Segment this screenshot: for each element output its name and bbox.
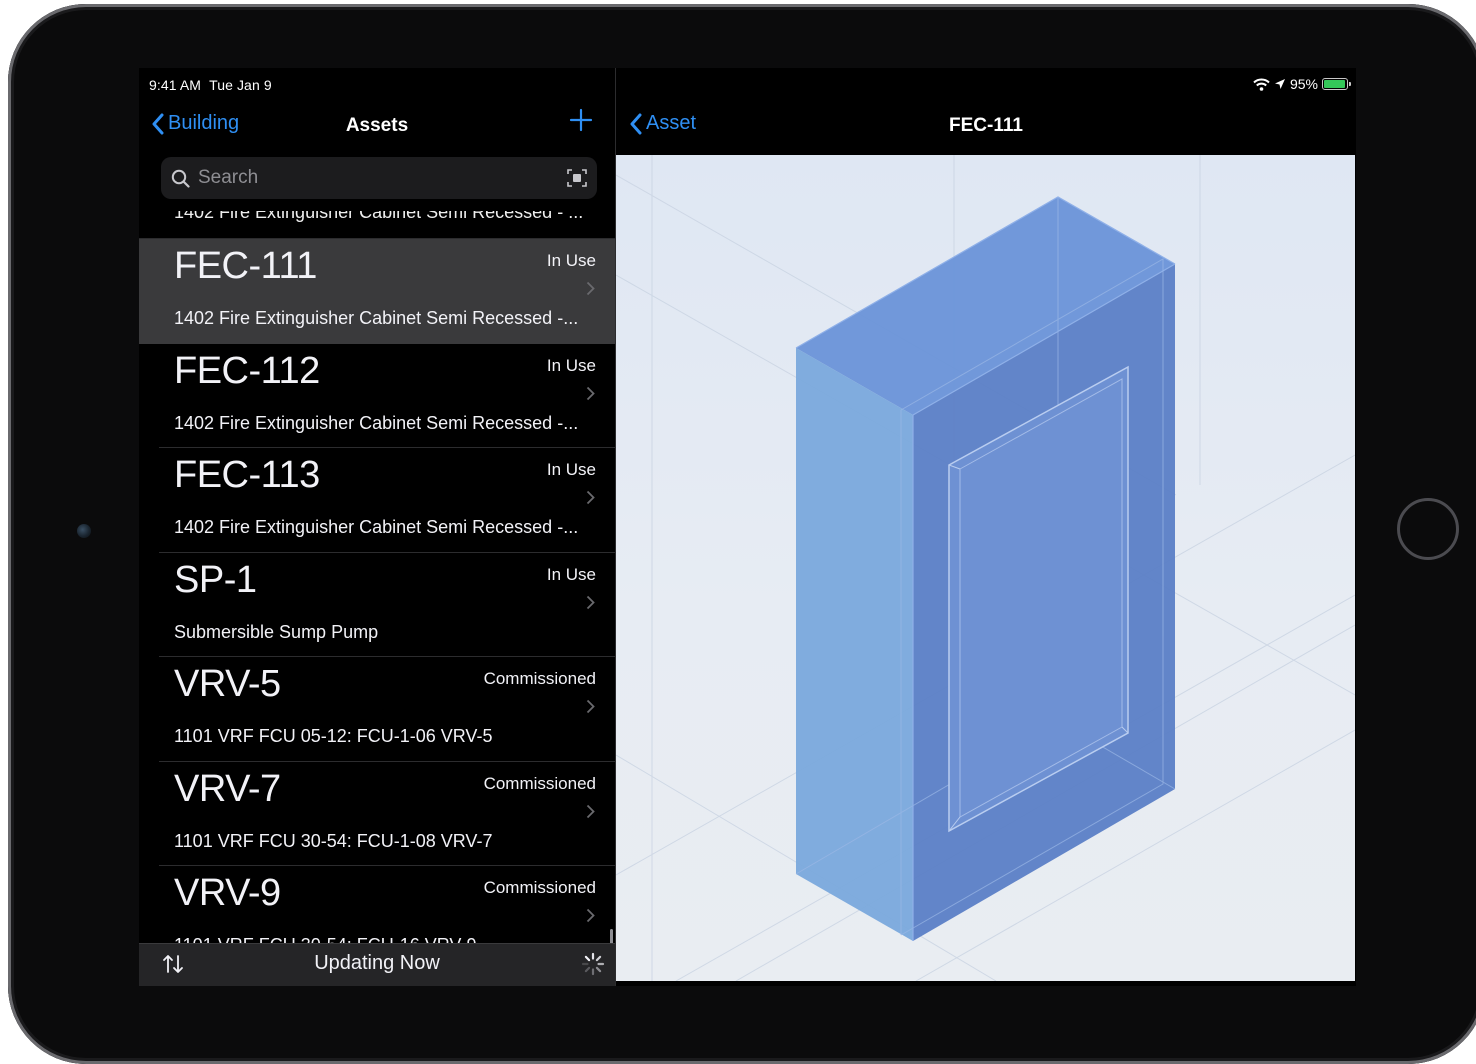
asset-code: FEC-113 bbox=[174, 454, 320, 496]
asset-description: 1101 VRF FCU 05-12: FCU-1-06 VRV-5 bbox=[174, 726, 493, 746]
model-side-face bbox=[796, 348, 913, 941]
asset-code: FEC-112 bbox=[174, 349, 320, 392]
asset-list[interactable]: 1402 Fire Extinguisher Cabinet Semi Rece… bbox=[139, 211, 615, 943]
screen: 9:41 AM Tue Jan 9 Building Assets 1402 F… bbox=[139, 68, 1356, 986]
master-panel: 9:41 AM Tue Jan 9 Building Assets 1402 F… bbox=[139, 68, 615, 986]
3d-model-viewer[interactable] bbox=[616, 155, 1355, 981]
asset-description: 1402 Fire Extinguisher Cabinet Semi Rece… bbox=[174, 412, 579, 433]
search-bar[interactable] bbox=[161, 157, 597, 199]
battery-icon bbox=[1322, 78, 1351, 90]
location-arrow-icon bbox=[1274, 79, 1285, 89]
detail-title: FEC-111 bbox=[949, 115, 1023, 136]
asset-status: Commissioned bbox=[483, 878, 596, 897]
battery-percentage: 95% bbox=[1289, 76, 1318, 92]
chevron-right-icon bbox=[586, 906, 595, 929]
chevron-right-icon bbox=[586, 593, 595, 616]
scan-icon[interactable] bbox=[567, 168, 587, 188]
asset-status: In Use bbox=[546, 564, 596, 584]
asset-status: In Use bbox=[546, 460, 596, 479]
asset-description: 1101 VRF FCU 30-54: FCU-16 VRV-9 bbox=[174, 935, 476, 943]
home-button[interactable] bbox=[1397, 498, 1459, 560]
asset-description: 1101 VRF FCU 30-54: FCU-1-08 VRV-7 bbox=[174, 830, 493, 851]
chevron-right-icon bbox=[586, 697, 595, 720]
list-item[interactable]: FEC-111 In Use 1402 Fire Extinguisher Ca… bbox=[139, 239, 615, 344]
list-item[interactable]: VRV-7 Commissioned 1101 VRF FCU 30-54: F… bbox=[139, 762, 615, 866]
chevron-right-icon bbox=[586, 384, 595, 407]
page-title: Assets bbox=[345, 115, 409, 136]
list-item[interactable]: SP-1 In Use Submersible Sump Pump bbox=[139, 553, 615, 657]
asset-code: FEC-111 bbox=[174, 245, 317, 287]
chevron-right-icon bbox=[586, 279, 595, 302]
asset-status: Commissioned bbox=[483, 773, 596, 793]
asset-code: VRV-7 bbox=[174, 767, 281, 810]
list-item[interactable]: FEC-113 In Use 1402 Fire Extinguisher Ca… bbox=[139, 448, 615, 553]
search-icon bbox=[171, 169, 190, 188]
asset-description: 1402 Fire Extinguisher Cabinet Semi Rece… bbox=[174, 517, 579, 537]
add-asset-button[interactable] bbox=[569, 108, 593, 138]
status-indicators: 95% bbox=[1253, 76, 1351, 92]
list-item[interactable]: VRV-9 Commissioned 1101 VRF FCU 30-54: F… bbox=[139, 866, 615, 943]
front-camera bbox=[77, 524, 91, 538]
asset-status: In Use bbox=[546, 251, 596, 270]
asset-status: In Use bbox=[546, 355, 596, 375]
bottom-toolbar: Updating Now bbox=[139, 943, 615, 986]
asset-code: VRV-5 bbox=[174, 663, 281, 705]
asset-code: SP-1 bbox=[174, 558, 257, 601]
sync-status-label: Updating Now bbox=[314, 952, 440, 974]
search-input[interactable] bbox=[196, 166, 540, 190]
asset-description: 1402 Fire Extinguisher Cabinet Semi Rece… bbox=[174, 308, 579, 328]
asset-status: Commissioned bbox=[483, 669, 596, 688]
scroll-indicator[interactable] bbox=[610, 929, 613, 943]
asset-code: VRV-9 bbox=[174, 872, 281, 914]
fire-extinguisher-cabinet-model bbox=[616, 155, 1355, 981]
wifi-icon bbox=[1253, 78, 1270, 91]
chevron-right-icon bbox=[586, 488, 595, 511]
chevron-right-icon bbox=[586, 802, 595, 825]
list-item-cutoff-description: 1402 Fire Extinguisher Cabinet Semi Rece… bbox=[174, 211, 584, 222]
list-item[interactable]: VRV-5 Commissioned 1101 VRF FCU 05-12: F… bbox=[139, 657, 615, 762]
activity-spinner-icon bbox=[581, 952, 605, 976]
plus-icon bbox=[569, 108, 593, 132]
asset-description: Submersible Sump Pump bbox=[174, 621, 379, 642]
list-item[interactable]: FEC-112 In Use 1402 Fire Extinguisher Ca… bbox=[139, 344, 615, 448]
detail-panel: 95% Asset FEC-111 bbox=[616, 68, 1356, 986]
status-time: 9:41 AM Tue Jan 9 bbox=[149, 77, 272, 93]
